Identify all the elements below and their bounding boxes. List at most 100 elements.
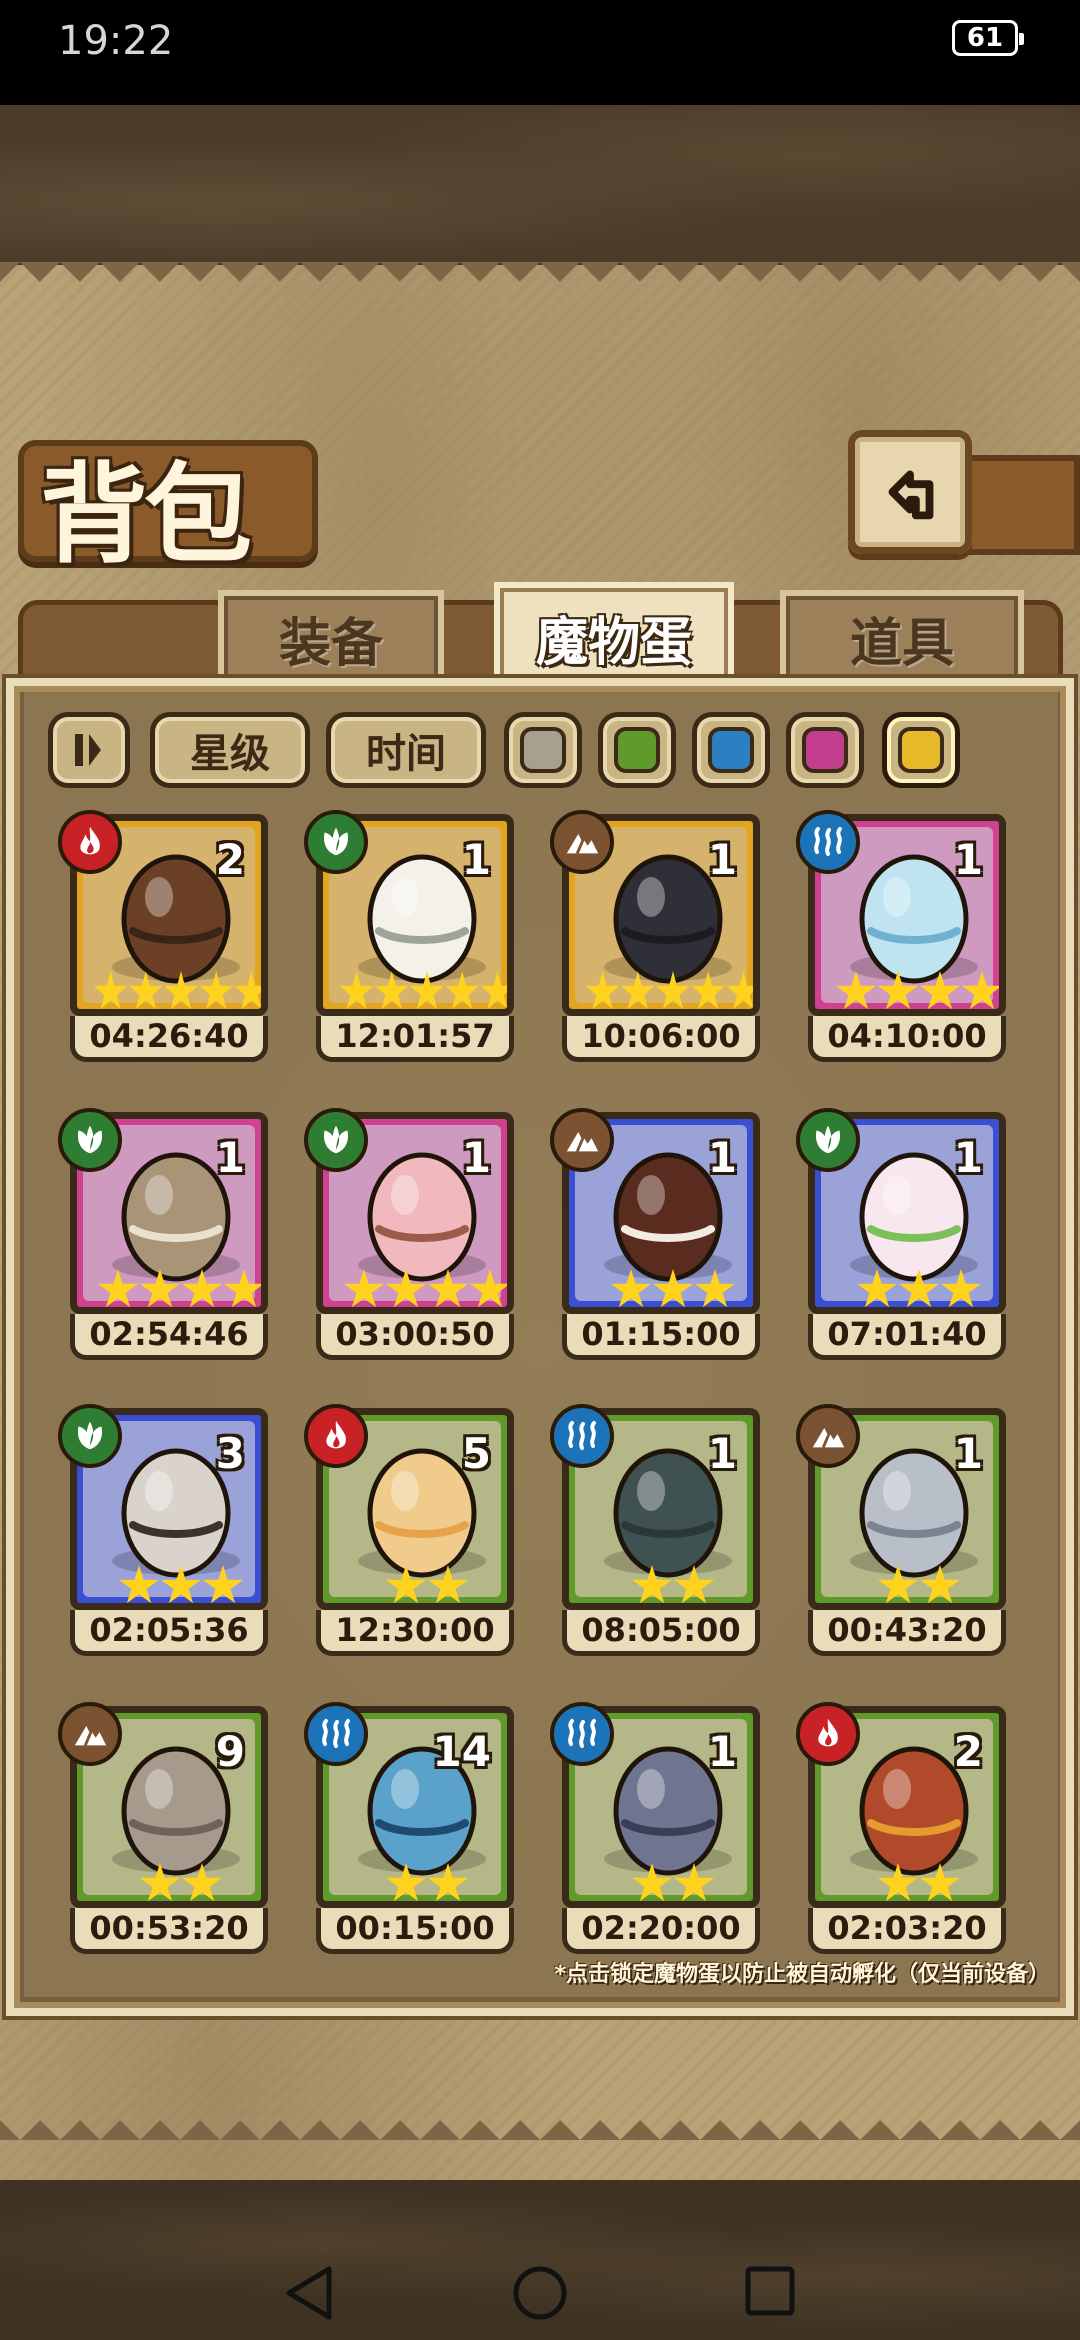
- star-icon: [631, 1863, 673, 1901]
- egg-count: 9: [215, 1727, 245, 1776]
- star-icon: [856, 1269, 898, 1307]
- nav-home-icon[interactable]: [512, 2265, 568, 2321]
- star-icon: [691, 971, 726, 1009]
- star-icon: [410, 971, 444, 1009]
- nav-recents-icon[interactable]: [744, 2265, 796, 2317]
- star-rating: [585, 1863, 753, 1901]
- back-button[interactable]: [848, 430, 972, 554]
- sort-by-time-button[interactable]: 时间: [326, 712, 486, 788]
- star-icon: [139, 1863, 181, 1901]
- star-icon: [427, 1269, 469, 1307]
- egg-count: 3: [215, 1429, 245, 1478]
- egg-card[interactable]: 1 07:01:40: [796, 1108, 1012, 1362]
- star-icon: [160, 1565, 202, 1603]
- egg-card[interactable]: 1 10:06:00: [550, 810, 766, 1064]
- battery-indicator: 61: [952, 20, 1024, 56]
- egg-count: 1: [707, 1429, 737, 1478]
- element-leaf-icon: [796, 1108, 860, 1172]
- hatch-timer: 12:01:57: [316, 1016, 514, 1062]
- egg-count: 1: [707, 1727, 737, 1776]
- star-icon: [97, 1269, 139, 1307]
- hatch-timer: 04:26:40: [70, 1016, 268, 1062]
- nav-back-icon[interactable]: [283, 2265, 335, 2321]
- egg-count: 1: [953, 1133, 983, 1182]
- star-icon: [181, 1863, 223, 1901]
- egg-card[interactable]: 3 02:05:36: [58, 1404, 274, 1658]
- rarity-filter-gold[interactable]: [882, 712, 960, 788]
- egg-card[interactable]: 9 00:53:20: [58, 1702, 274, 1956]
- star-rating: [585, 971, 753, 1009]
- sort-order-toggle[interactable]: [48, 712, 130, 788]
- star-icon: [673, 1863, 715, 1901]
- star-icon: [620, 971, 655, 1009]
- star-icon: [673, 1565, 715, 1603]
- element-leaf-icon: [304, 1108, 368, 1172]
- star-icon: [610, 1269, 652, 1307]
- star-rating: [339, 1863, 507, 1901]
- egg-card[interactable]: 1 01:15:00: [550, 1108, 766, 1362]
- egg-card[interactable]: 1 08:05:00: [550, 1404, 766, 1658]
- sort-by-star-button[interactable]: 星级: [150, 712, 310, 788]
- star-icon: [445, 971, 480, 1009]
- back-arrow-icon: [888, 470, 934, 520]
- star-icon: [234, 971, 261, 1009]
- element-fire-icon: [796, 1702, 860, 1766]
- star-icon: [343, 1269, 385, 1307]
- hatch-timer: 02:03:20: [808, 1908, 1006, 1954]
- tab-items-label: 道具: [849, 613, 954, 674]
- star-icon: [139, 1269, 181, 1307]
- hatch-timer: 01:15:00: [562, 1314, 760, 1360]
- star-icon: [223, 1269, 261, 1307]
- rarity-filter-green[interactable]: [598, 712, 676, 788]
- status-bar: 19:22 61: [0, 0, 1080, 105]
- swatch-chip: [520, 727, 566, 773]
- tab-equipment[interactable]: 装备: [218, 590, 444, 680]
- tab-monster-eggs[interactable]: 魔物蛋: [494, 582, 734, 686]
- star-icon: [427, 1565, 469, 1603]
- hatch-timer: 00:53:20: [70, 1908, 268, 1954]
- element-water-icon: [550, 1404, 614, 1468]
- star-rating: [339, 1565, 507, 1603]
- star-icon: [385, 1565, 427, 1603]
- egg-count: 1: [953, 1429, 983, 1478]
- hatch-timer: 03:00:50: [316, 1314, 514, 1360]
- egg-card[interactable]: 1 04:10:00: [796, 810, 1012, 1064]
- rarity-filter-pink[interactable]: [786, 712, 864, 788]
- star-icon: [919, 1863, 961, 1901]
- star-icon: [339, 971, 374, 1009]
- hatch-timer: 04:10:00: [808, 1016, 1006, 1062]
- star-icon: [480, 971, 507, 1009]
- egg-card[interactable]: 2 02:03:20: [796, 1702, 1012, 1956]
- tab-items[interactable]: 道具: [780, 590, 1024, 680]
- egg-card[interactable]: 1 12:01:57: [304, 810, 520, 1064]
- star-icon: [181, 1269, 223, 1307]
- hatch-timer: 00:15:00: [316, 1908, 514, 1954]
- star-icon: [656, 971, 690, 1009]
- element-leaf-icon: [58, 1108, 122, 1172]
- star-rating: [93, 1863, 261, 1901]
- map-background-top: [0, 105, 1080, 265]
- rarity-filter-blue[interactable]: [692, 712, 770, 788]
- star-icon: [940, 1269, 982, 1307]
- star-rating: [93, 971, 261, 1009]
- egg-card[interactable]: 1 00:43:20: [796, 1404, 1012, 1658]
- element-water-icon: [304, 1702, 368, 1766]
- star-icon: [652, 1269, 694, 1307]
- egg-card[interactable]: 14 00:15:00: [304, 1702, 520, 1956]
- egg-card[interactable]: 2 04:26:40: [58, 810, 274, 1064]
- rarity-filter-gray[interactable]: [504, 712, 582, 788]
- egg-card[interactable]: 1 02:54:46: [58, 1108, 274, 1362]
- egg-card[interactable]: 1 02:20:00: [550, 1702, 766, 1956]
- egg-card[interactable]: 5 12:30:00: [304, 1404, 520, 1658]
- star-icon: [919, 1565, 961, 1603]
- star-icon: [385, 1269, 427, 1307]
- swatch-chip: [614, 727, 660, 773]
- egg-count: 1: [953, 835, 983, 884]
- page-title: 背包: [40, 452, 252, 578]
- star-icon: [199, 971, 234, 1009]
- star-icon: [93, 971, 128, 1009]
- egg-card[interactable]: 1 03:00:50: [304, 1108, 520, 1362]
- element-fire-icon: [304, 1404, 368, 1468]
- egg-count: 2: [953, 1727, 983, 1776]
- star-rating: [585, 1565, 753, 1603]
